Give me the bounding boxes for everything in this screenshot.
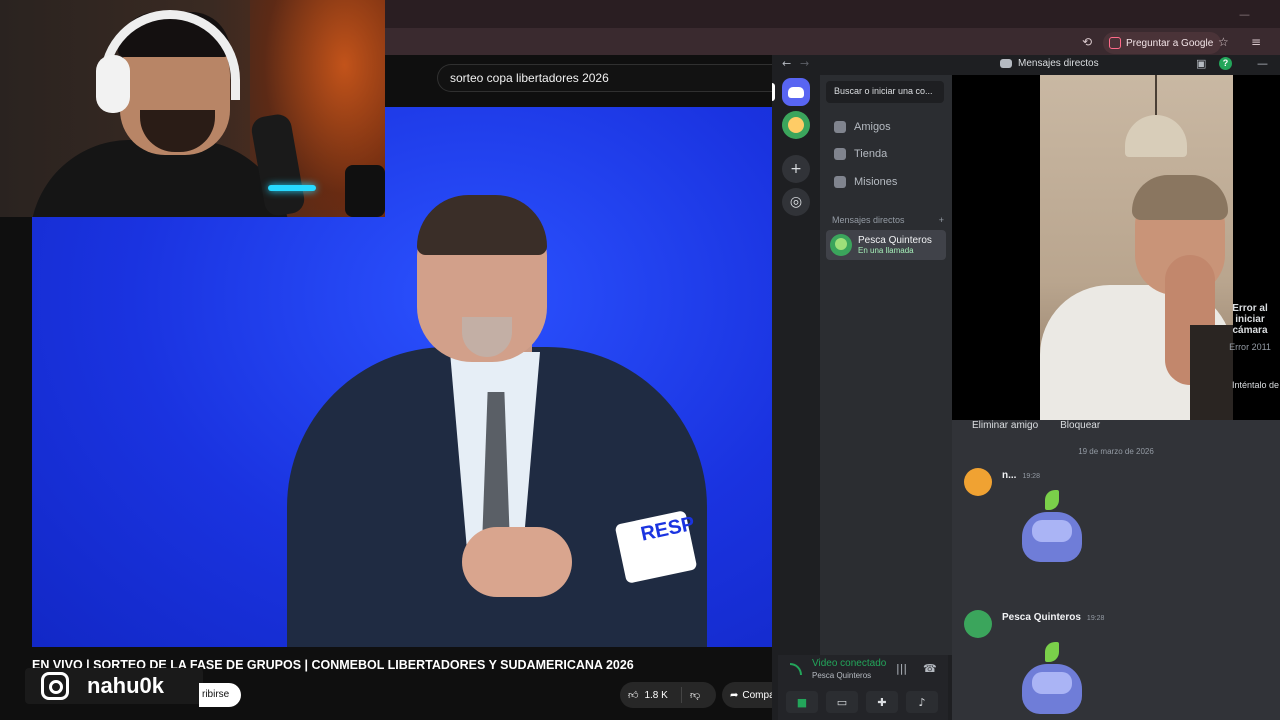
search-input[interactable]: Buscar o iniciar una co...	[826, 81, 944, 103]
avatar	[830, 234, 852, 256]
connection-signal-icon	[790, 663, 802, 675]
tab-strip: —	[385, 0, 1280, 28]
browser-chrome: — ⟲ Preguntar a Google ☆ ≡	[385, 0, 1280, 58]
call-video-area: Error al iniciar cámara Error 2011 Intén…	[952, 75, 1280, 420]
message-author: Pesca Quinteros 19:28	[1002, 612, 1105, 623]
dm-header: Mensajes directos +	[832, 215, 944, 225]
message-author: n... 19:28	[1002, 470, 1040, 481]
avatar	[964, 468, 992, 496]
dm-username: Pesca Quinteros	[858, 235, 932, 246]
search-input[interactable]: sorteo copa libertadores 2026	[437, 64, 772, 92]
google-lens-icon	[1109, 37, 1121, 49]
add-dm-icon[interactable]: +	[939, 215, 944, 225]
minimize-icon[interactable]: —	[1257, 57, 1268, 70]
wumpus-sticker	[1012, 642, 1092, 720]
nav-shop[interactable]: Tienda	[826, 142, 946, 166]
help-icon[interactable]: ?	[1219, 57, 1232, 70]
like-dislike-group: 👍︎ 1.8 K 👎︎	[620, 682, 716, 708]
retry-camera-link[interactable]: Inténtalo de nu	[1232, 380, 1280, 390]
wumpus-sticker	[1012, 490, 1092, 570]
dislike-button[interactable]: 👎︎	[682, 689, 700, 701]
forward-arrow-icon[interactable]: →	[800, 57, 809, 70]
dm-status: En una llamada	[858, 246, 914, 255]
screen: — ⟲ Preguntar a Google ☆ ≡ sorteo copa l…	[0, 0, 1280, 720]
nav-friends[interactable]: Amigos	[826, 115, 946, 139]
server-list: + ◎	[772, 75, 820, 720]
back-arrow-icon[interactable]: ←	[782, 57, 791, 70]
instagram-handle: nahu0k	[87, 673, 165, 698]
bookmark-star-icon[interactable]: ☆	[1218, 35, 1229, 49]
minimize-icon[interactable]: —	[1239, 8, 1250, 21]
subscribe-button[interactable]: ribirse	[199, 683, 241, 707]
ask-google-label: Preguntar a Google	[1126, 37, 1214, 49]
noise-suppression-icon[interactable]: |||	[896, 662, 907, 675]
lamp	[1125, 115, 1187, 157]
thumbs-up-icon: 👍︎	[628, 690, 639, 701]
discord-home-button[interactable]	[782, 78, 810, 106]
discord-logo-icon	[788, 86, 804, 98]
browser-toolbar: ⟲ Preguntar a Google ☆ ≡	[385, 28, 1280, 58]
menu-icon[interactable]: ≡	[1251, 35, 1261, 49]
date-divider: 19 de marzo de 2026	[1078, 447, 1154, 456]
chat-area: Eliminar amigo Bloquear 19 de marzo de 2…	[952, 420, 1280, 720]
server-icon[interactable]	[782, 111, 810, 139]
shop-icon	[834, 148, 846, 160]
thumbs-down-icon: 👎︎	[690, 690, 701, 701]
soundboard-button[interactable]: ♪	[906, 691, 938, 713]
lens-icon[interactable]: ⟲	[1082, 35, 1092, 49]
dm-icon	[1000, 59, 1012, 68]
friends-icon	[834, 121, 846, 133]
discord-window: ← → Mensajes directos ▣ ? — + ◎ Buscar o…	[772, 55, 1280, 720]
like-count: 1.8 K	[644, 689, 668, 701]
block-button[interactable]: Bloquear	[1060, 420, 1100, 431]
disconnect-icon[interactable]: ☎	[923, 662, 937, 675]
quests-icon	[834, 176, 846, 188]
instagram-overlay: nahu0k	[25, 668, 203, 704]
discord-titlebar: ← → Mensajes directos ▣ ? —	[772, 55, 1280, 75]
voice-channel: Pesca Quinteros	[812, 671, 872, 680]
add-server-icon[interactable]: +	[782, 155, 810, 183]
streamer-webcam	[0, 0, 385, 217]
dm-sidebar: Buscar o iniciar una co... Amigos Tienda…	[820, 75, 952, 655]
remote-video	[1040, 75, 1233, 420]
nav-quests[interactable]: Misiones	[826, 170, 946, 194]
instagram-icon	[41, 672, 69, 700]
screen-share-button[interactable]: ▭	[826, 691, 858, 713]
remove-friend-button[interactable]: Eliminar amigo	[972, 420, 1038, 431]
share-icon: ➦	[730, 689, 739, 701]
voice-status: Video conectado	[812, 658, 887, 669]
like-button[interactable]: 👍︎ 1.8 K	[620, 687, 682, 703]
camera-error: Error al iniciar cámara Error 2011	[1229, 303, 1271, 352]
voice-panel: Video conectado Pesca Quinteros ||| ☎ ■ …	[778, 655, 948, 720]
dm-item-pesca-quinteros[interactable]: Pesca Quinteros En una llamada	[826, 230, 946, 260]
avatar	[964, 610, 992, 638]
camera-button[interactable]: ■	[786, 691, 818, 713]
discover-icon[interactable]: ◎	[782, 188, 810, 216]
activities-button[interactable]: ✚	[866, 691, 898, 713]
inbox-icon[interactable]: ▣	[1196, 57, 1206, 70]
ask-google-button[interactable]: Preguntar a Google	[1103, 32, 1222, 54]
window-title: Mensajes directos	[1018, 58, 1099, 69]
